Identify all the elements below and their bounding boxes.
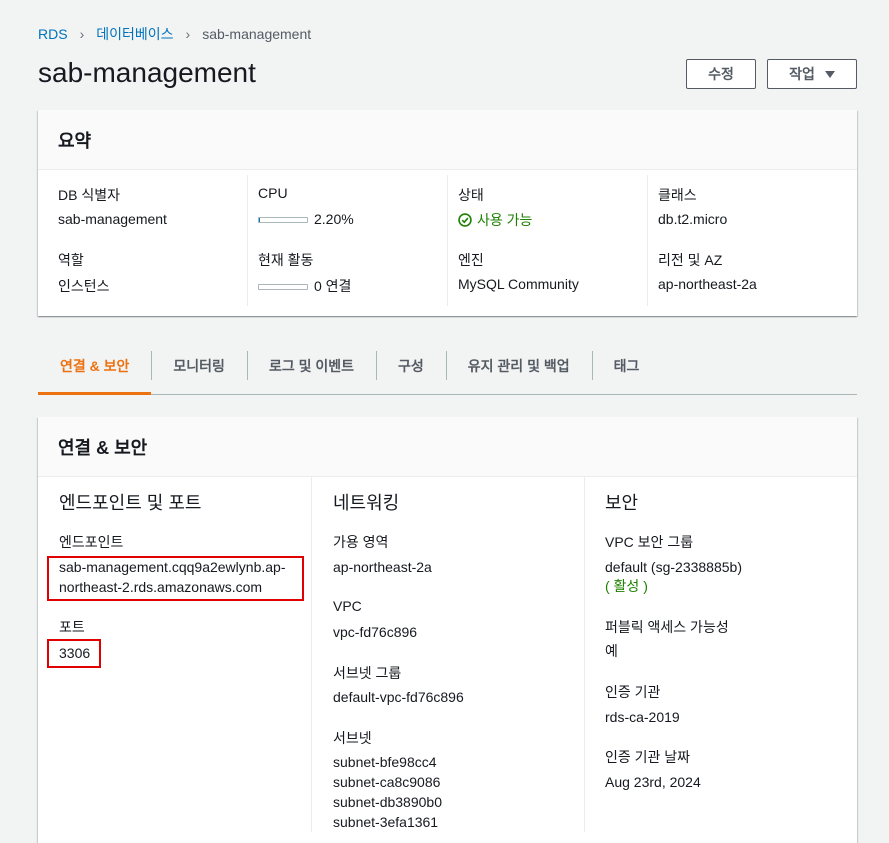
- summary-col-cpu: CPU 2.20% 현재 활동 0 연결: [247, 175, 447, 306]
- breadcrumb-databases-link[interactable]: 데이터베이스: [96, 24, 173, 44]
- region-value: ap-northeast-2a: [658, 276, 757, 292]
- vpc-label: VPC: [333, 598, 362, 614]
- tab-maintenance-backups[interactable]: 유지 관리 및 백업: [445, 337, 592, 394]
- tab-tags[interactable]: 태그: [591, 337, 662, 394]
- db-identifier-label: DB 식별자: [58, 187, 120, 203]
- breadcrumb-rds-link[interactable]: RDS: [38, 26, 68, 42]
- activity-progress-bar: [258, 284, 308, 291]
- chevron-right-icon: ›: [185, 26, 191, 42]
- tab-monitoring[interactable]: 모니터링: [151, 337, 247, 394]
- tab-bar: 연결 & 보안 모니터링 로그 및 이벤트 구성 유지 관리 및 백업 태그: [38, 337, 857, 395]
- az-value: ap-northeast-2a: [333, 559, 432, 575]
- cpu-value: 2.20%: [258, 211, 354, 227]
- port-value: 3306: [59, 645, 91, 661]
- subnet-link[interactable]: subnet-3efa1361: [333, 812, 438, 832]
- activity-value: 0 연결: [258, 276, 351, 296]
- role-label: 역할: [58, 252, 84, 268]
- activity-text: 0 연결: [314, 278, 352, 294]
- ca-label: 인증 기관: [605, 684, 661, 700]
- subnet-link[interactable]: subnet-ca8c9086: [333, 772, 440, 792]
- security-group-link[interactable]: default (sg-2338885b): [605, 557, 742, 577]
- security-section: 보안 VPC 보안 그룹 default (sg-2338885b) ( 활성 …: [584, 477, 857, 832]
- status-label: 상태: [458, 187, 484, 203]
- az-label: 가용 영역: [333, 534, 389, 550]
- ca-date-value: Aug 23rd, 2024: [605, 774, 701, 790]
- networking-title: 네트워킹: [333, 493, 400, 513]
- endpoint-label: 엔드포인트: [59, 534, 124, 550]
- region-label: 리전 및 AZ: [658, 252, 723, 268]
- activity-label: 현재 활동: [258, 252, 314, 268]
- security-group-status: ( 활성 ): [605, 578, 648, 594]
- summary-grid: DB 식별자 sab-management 역할 인스턴스 CPU 2.20% …: [38, 170, 857, 316]
- actions-dropdown-button[interactable]: 작업: [767, 59, 857, 89]
- security-group-label: VPC 보안 그룹: [605, 534, 694, 550]
- endpoint-value-line2[interactable]: northeast-2.rds.amazonaws.com: [59, 577, 262, 597]
- connectivity-title: 연결 & 보안: [38, 417, 857, 477]
- edit-button-label: 수정: [708, 66, 734, 82]
- class-label: 클래스: [658, 187, 697, 203]
- endpoint-value-line1[interactable]: sab-management.cqq9a2ewlynb.ap-: [59, 557, 285, 577]
- cpu-percent-text: 2.20%: [314, 211, 354, 227]
- vpc-link[interactable]: vpc-fd76c896: [333, 622, 417, 642]
- subnets-label: 서브넷: [333, 730, 372, 746]
- endpoint-port-section: 엔드포인트 및 포트 엔드포인트 sab-management.cqq9a2ew…: [38, 477, 308, 843]
- subnet-link[interactable]: subnet-bfe98cc4: [333, 752, 437, 772]
- actions-button-label: 작업: [789, 66, 815, 82]
- chevron-right-icon: ›: [79, 26, 85, 42]
- engine-label: 엔진: [458, 252, 484, 268]
- summary-col-identifier: DB 식별자 sab-management 역할 인스턴스: [38, 175, 238, 306]
- subnet-group-label: 서브넷 그룹: [333, 665, 402, 681]
- public-access-label: 퍼블릭 액세스 가능성: [605, 619, 729, 635]
- page-title: sab-management: [38, 57, 256, 88]
- engine-value: MySQL Community: [458, 276, 579, 292]
- summary-title: 요약: [38, 110, 857, 170]
- class-value: db.t2.micro: [658, 211, 728, 227]
- tab-configuration[interactable]: 구성: [376, 337, 446, 394]
- edit-button[interactable]: 수정: [686, 59, 756, 89]
- check-circle-icon: [458, 213, 472, 227]
- subnet-link[interactable]: subnet-db3890b0: [333, 792, 442, 812]
- summary-col-status: 상태 사용 가능 엔진 MySQL Community: [447, 175, 647, 306]
- networking-section: 네트워킹 가용 영역 ap-northeast-2a VPC vpc-fd76c…: [311, 477, 584, 832]
- status-value: 사용 가능: [477, 212, 533, 228]
- role-value: 인스턴스: [58, 278, 110, 294]
- subnet-group-value: default-vpc-fd76c896: [333, 689, 464, 705]
- breadcrumb: RDS › 데이터베이스 › sab-management: [38, 24, 311, 44]
- cpu-progress-fill: [259, 218, 261, 223]
- summary-panel: 요약 DB 식별자 sab-management 역할 인스턴스 CPU 2.2…: [38, 110, 857, 316]
- caret-down-icon: [824, 70, 835, 78]
- tab-logs-events[interactable]: 로그 및 이벤트: [246, 337, 376, 394]
- security-title: 보안: [605, 493, 639, 513]
- endpoint-port-title: 엔드포인트 및 포트: [59, 493, 202, 513]
- status-badge: 사용 가능: [458, 210, 532, 230]
- connectivity-panel: 연결 & 보안 엔드포인트 및 포트 엔드포인트 sab-management.…: [38, 417, 857, 843]
- ca-value: rds-ca-2019: [605, 709, 680, 725]
- cpu-label: CPU: [258, 185, 288, 201]
- summary-col-class: 클래스 db.t2.micro 리전 및 AZ ap-northeast-2a: [647, 175, 847, 306]
- tab-connectivity-security[interactable]: 연결 & 보안: [38, 337, 152, 395]
- ca-date-label: 인증 기관 날짜: [605, 749, 691, 765]
- port-label: 포트: [59, 619, 85, 635]
- breadcrumb-current: sab-management: [202, 26, 312, 42]
- cpu-progress-bar: [258, 217, 308, 224]
- db-identifier-value: sab-management: [58, 211, 167, 227]
- public-access-value: 예: [605, 643, 618, 659]
